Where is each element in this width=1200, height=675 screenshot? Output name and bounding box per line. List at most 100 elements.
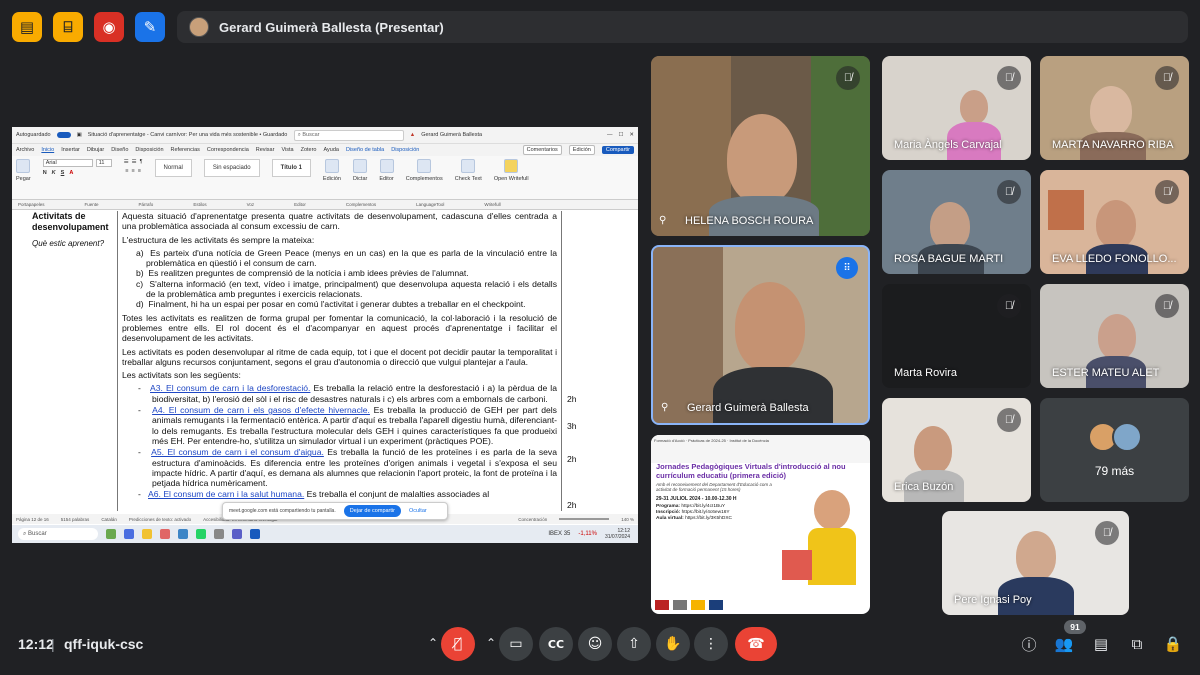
app-icon[interactable] [214,529,224,539]
style-no-spacing[interactable]: Sin espaciado [203,159,260,177]
open-writefull-button[interactable]: Open Writefull [494,159,529,182]
pin-icon[interactable]: ⚲ [659,215,666,226]
raise-hand-button[interactable]: ✋ [656,627,690,661]
autosave-toggle[interactable] [56,132,71,138]
paste-button[interactable]: Pegar [16,159,31,182]
chat-icon[interactable]: ▤ [1089,632,1113,656]
maximize-icon[interactable]: ☐ [618,132,623,138]
menu-insertar[interactable]: Insertar [61,147,80,153]
zoom-level[interactable]: 140 % [621,517,638,522]
menu-correspondencia[interactable]: Correspondencia [207,147,249,153]
menu-archivo[interactable]: Archivo [16,147,34,153]
task-view-icon[interactable] [124,529,134,539]
taskbar-clock[interactable]: 12:12 31/07/2024 [605,528,638,540]
bold-icon[interactable]: N [43,170,47,176]
activity-link[interactable]: A4. El consum de carn i els gasos d'efec… [152,405,370,415]
participant-tile[interactable]: 🎙̸ EVA LLEDO FONOLLO... [1040,170,1189,274]
save-icon[interactable]: ▣ [77,132,82,138]
activity-link[interactable]: A3. El consum de carn i la desforestació… [150,383,310,393]
chevron-up-icon[interactable]: ⌃ [428,636,438,650]
focus-mode[interactable]: Concentración [518,517,547,522]
bullets-icon[interactable]: ☰ [124,159,129,165]
pin-icon[interactable]: ⚲ [661,402,668,413]
participant-tile[interactable]: 🎙̸ MARTA NAVARRO RIBA [1040,56,1189,160]
menu-disposicion-tabla[interactable]: Disposición [391,147,419,153]
dictate-button[interactable]: Dictar [353,159,367,182]
edge-icon[interactable] [178,529,188,539]
menu-inicio[interactable]: Inicio [41,147,54,153]
participant-tile[interactable]: 🎙̸ Erica Buzón [882,398,1031,502]
leave-call-button[interactable]: ☎ [735,627,777,661]
more-participants-tile[interactable]: 79 más [1040,398,1189,502]
stop-sharing-button[interactable]: Dejar de compartir [343,505,401,517]
chevron-up-icon[interactable]: ⌃ [486,636,496,650]
people-icon[interactable]: 👥 [1052,632,1076,656]
captions-off-icon[interactable]: ▤ [12,12,42,42]
activities-icon[interactable]: ⧉ [1125,632,1149,656]
menu-diseno[interactable]: Diseño [111,147,128,153]
zoom-slider[interactable] [559,518,610,520]
participant-tile[interactable]: 🎙̸ Marta Rovira [882,284,1031,388]
menu-disposicion[interactable]: Disposición [135,147,163,153]
share-button[interactable]: Compartir [601,146,634,154]
participant-tile-speaking[interactable]: ⠿ ⚲ Gerard Guimerà Ballesta [651,245,870,425]
hide-notice-link[interactable]: Ocultar [409,508,427,514]
more-options-button[interactable]: ⋮ [694,627,728,661]
numbering-icon[interactable]: ☰ [132,159,137,165]
teams-icon[interactable] [232,529,242,539]
menu-diseno-tabla[interactable]: Diseño de tabla [346,147,384,153]
style-normal[interactable]: Normal [154,159,192,177]
participant-tile[interactable]: 🎙̸ ROSA BAGUE MARTI [882,170,1031,274]
underline-icon[interactable]: S [61,170,65,176]
text-predictions[interactable]: Predicciones de texto: activado [129,517,191,522]
menu-revisar[interactable]: Revisar [256,147,275,153]
menu-vista[interactable]: Vista [281,147,293,153]
host-controls-icon[interactable]: 🔒 [1161,632,1185,656]
taskbar-search[interactable]: ⌕ Buscar [18,528,98,540]
captions-button[interactable]: CC [539,627,573,661]
menu-dibujar[interactable]: Dibujar [87,147,104,153]
file-explorer-icon[interactable] [142,529,152,539]
align-center-icon[interactable]: ≡ [132,168,135,174]
camera-toggle-button[interactable]: ▭ [499,627,533,661]
style-heading1[interactable]: Título 1 [271,159,311,177]
info-icon[interactable]: ⓘ [1017,632,1041,656]
word-search-input[interactable]: ⌕ Buscar [293,129,404,141]
mic-toggle-button[interactable]: 🎙̸ [441,627,475,661]
addins-button[interactable]: Complementos [406,159,443,182]
menu-ayuda[interactable]: Ayuda [323,147,339,153]
participant-tile[interactable]: 🎙̸ ESTER MATEU ALET [1040,284,1189,388]
editing-group-button[interactable]: Edición [323,159,341,182]
document-page[interactable]: Activitats de desenvolupament Què estic … [12,211,638,511]
present-button[interactable]: ⇧ [617,627,651,661]
participant-tile[interactable]: 🎙̸ Maria Àngels Carvajal [882,56,1031,160]
align-left-icon[interactable]: ≡ [125,168,128,174]
meeting-code[interactable]: qff-iquk-csc [64,636,143,652]
autosave-label[interactable]: Autoguardado [16,132,51,138]
record-icon[interactable]: ◉ [94,12,124,42]
close-icon[interactable]: ✕ [629,132,634,138]
check-text-button[interactable]: Check Text [455,159,482,182]
widget-icon[interactable] [106,529,116,539]
editor-button[interactable]: Editor [379,159,394,182]
reactions-button[interactable]: ☺ [578,627,612,661]
presenter-chip[interactable]: Gerard Guimerà Ballesta (Presentar) [177,11,1188,43]
minimize-icon[interactable]: — [607,132,613,138]
font-color-icon[interactable]: A [69,170,73,176]
activity-link[interactable]: A6. El consum de carn i la salut humana. [148,489,304,499]
comments-button[interactable]: Comentarios [522,145,562,155]
whiteboard-icon[interactable]: ✎ [135,12,165,42]
menu-referencias[interactable]: Referencias [171,147,200,153]
sort-icon[interactable]: ¶ [140,159,143,165]
language[interactable]: Catalán [101,517,117,522]
chrome-icon[interactable] [160,529,170,539]
activity-link[interactable]: A5. El consum de carn i el consum d'aigu… [151,447,324,457]
whatsapp-icon[interactable] [196,529,206,539]
font-size-select[interactable]: 11 [95,159,112,167]
italic-icon[interactable]: K [52,170,56,176]
menu-zotero[interactable]: Zotero [301,147,317,153]
participant-tile[interactable]: 🎙̸ ⚲ HELENA BOSCH ROURA [651,56,870,236]
door-icon[interactable]: ⌸ [53,12,83,42]
editing-button[interactable]: Edición [568,145,595,155]
justify-icon[interactable]: ≡ [138,168,141,174]
